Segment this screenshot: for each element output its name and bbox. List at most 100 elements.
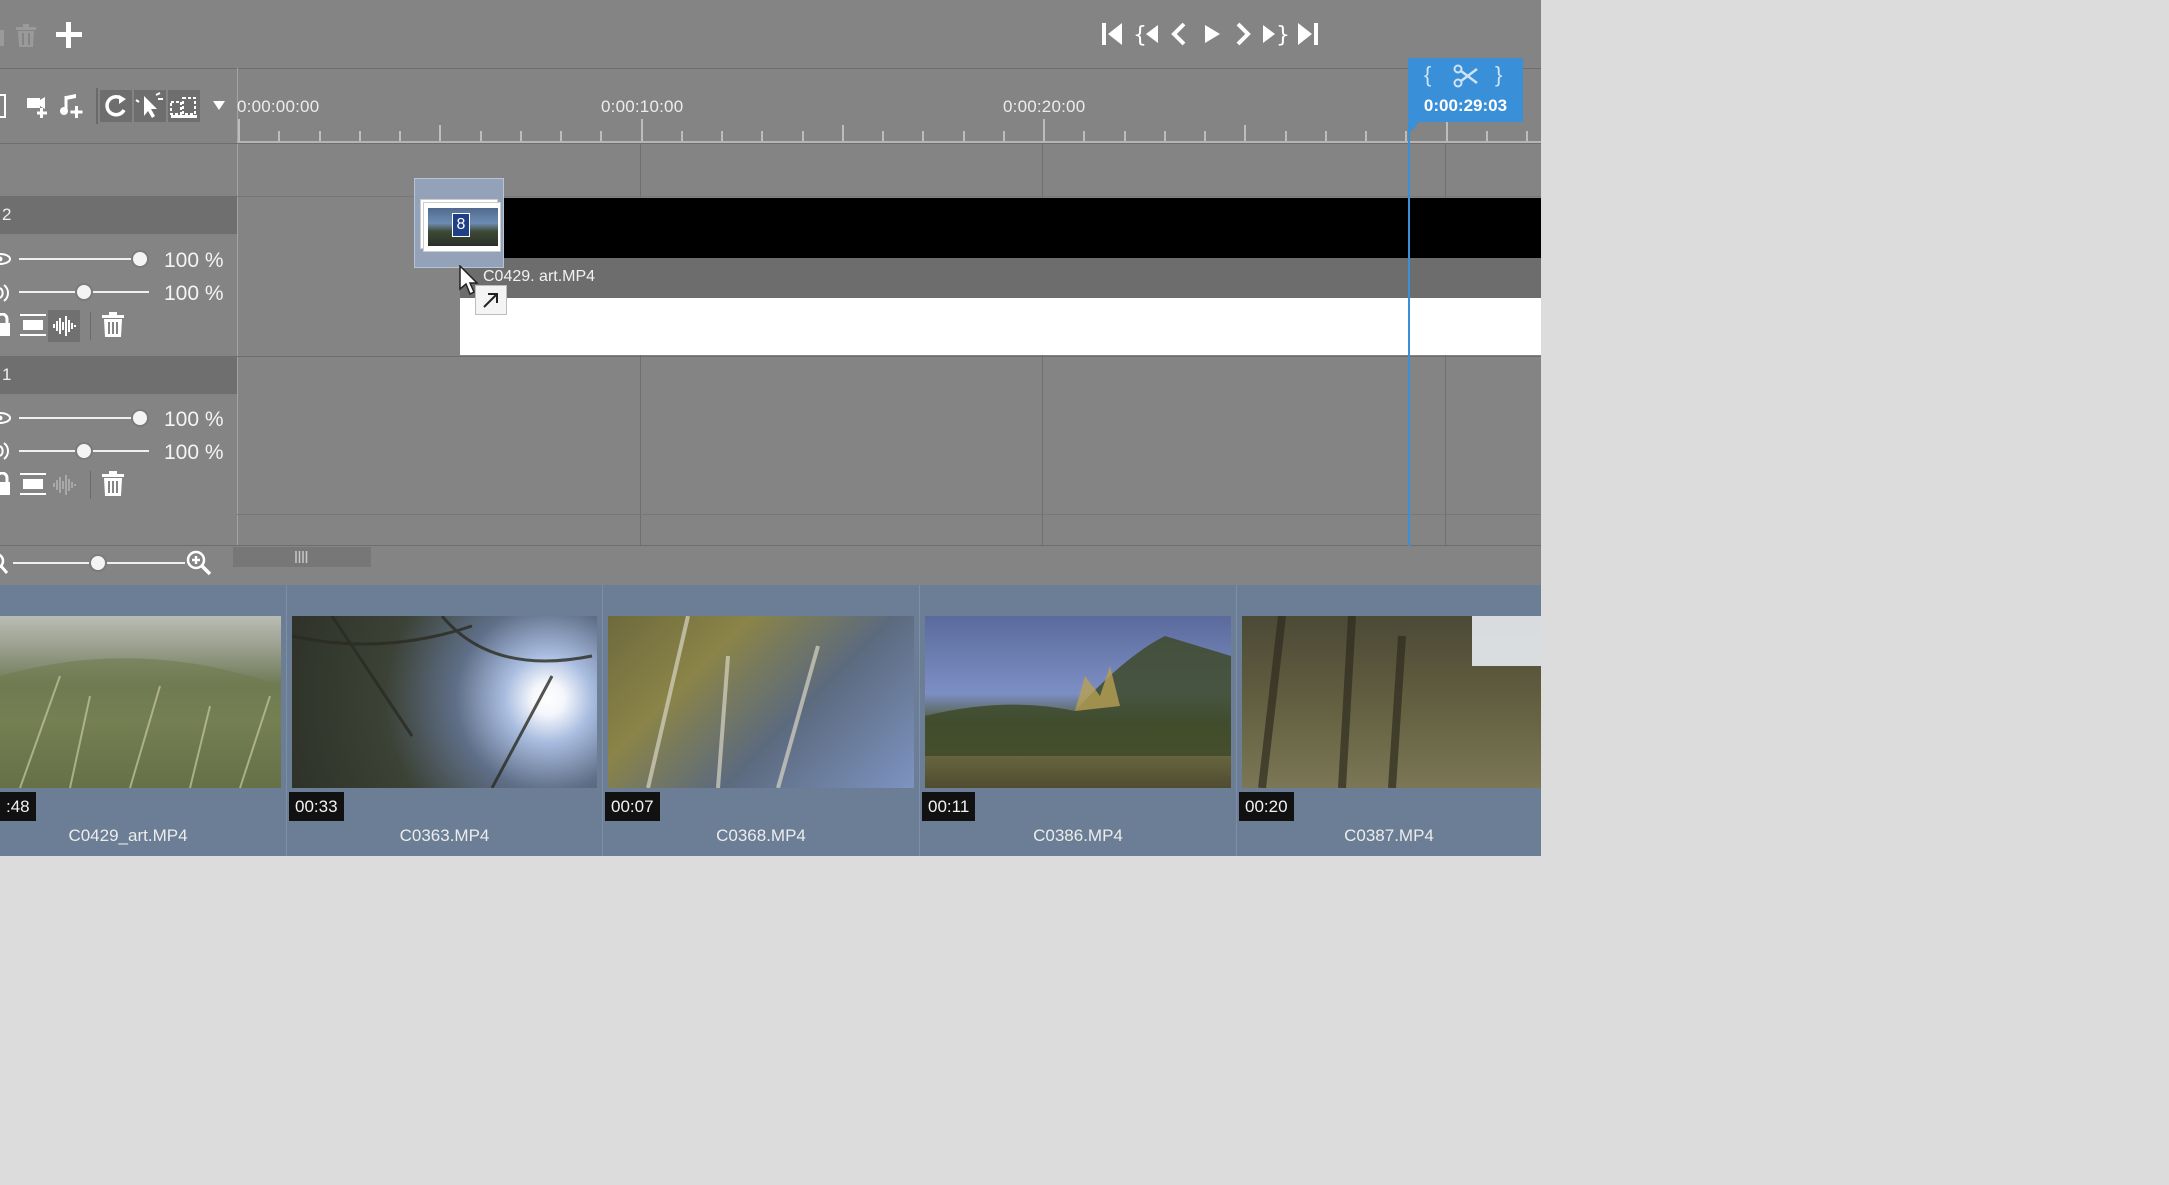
ruler-tick xyxy=(1003,131,1005,141)
add-video-track-icon[interactable] xyxy=(24,92,52,120)
media-filename: C0363.MP4 xyxy=(399,826,490,845)
next-frame-icon[interactable] xyxy=(1228,20,1256,48)
ruler-tick xyxy=(1405,131,1407,141)
video-clip-preview[interactable] xyxy=(460,198,1541,258)
in-mark-button[interactable]: { xyxy=(1424,62,1431,88)
volume-value: 100 % xyxy=(164,282,224,305)
playhead-time: 0:00:29:03 xyxy=(1423,96,1508,115)
dropdown-arrow-icon[interactable] xyxy=(212,99,226,111)
ruler-tick xyxy=(1486,131,1488,141)
volume-value: 100 % xyxy=(164,441,224,464)
lock-icon[interactable] xyxy=(0,472,10,496)
ruler-tick xyxy=(560,131,562,141)
track-divider xyxy=(237,514,1541,515)
ruler-tick xyxy=(600,131,602,141)
volume-slider-handle[interactable] xyxy=(75,442,93,460)
add-audio-track-icon[interactable] xyxy=(58,92,86,120)
media-thumbnail xyxy=(1242,616,1541,788)
ruler-tick xyxy=(882,131,884,141)
media-item[interactable]: 00:07 C0368.MP4 xyxy=(603,585,919,856)
ruler-tick xyxy=(842,125,844,141)
audio-clip-preview[interactable] xyxy=(460,298,1541,355)
next-marker-icon[interactable]: } xyxy=(1260,20,1288,48)
opacity-value: 100 % xyxy=(164,249,224,272)
waveform-icon[interactable] xyxy=(48,310,80,342)
zoom-out-icon[interactable] xyxy=(0,552,10,576)
scissors-icon[interactable] xyxy=(1453,64,1479,88)
go-to-end-icon[interactable] xyxy=(1294,20,1322,48)
zoom-slider-handle[interactable] xyxy=(89,554,107,572)
icon-separator xyxy=(90,471,91,499)
media-item[interactable]: 00:11 C0386.MP4 xyxy=(920,585,1236,856)
trash-icon[interactable] xyxy=(14,20,44,50)
volume-icon[interactable] xyxy=(0,284,10,302)
delete-track-icon[interactable] xyxy=(101,312,125,338)
opacity-value: 100 % xyxy=(164,408,224,431)
playhead-pointer xyxy=(1408,121,1420,135)
track-height-icon[interactable] xyxy=(19,312,47,338)
ruler-tick xyxy=(1325,131,1327,141)
ruler-tick xyxy=(359,131,361,141)
svg-text:{: { xyxy=(1133,23,1147,48)
toolbar-divider xyxy=(0,68,1541,69)
volume-icon[interactable] xyxy=(0,442,10,460)
playhead-marker[interactable]: { } 0:00:29:03 xyxy=(1408,58,1523,122)
opacity-slider-handle[interactable] xyxy=(131,250,149,268)
frame-icon[interactable] xyxy=(0,94,6,118)
previous-frame-icon[interactable] xyxy=(1166,20,1194,48)
ruler-tick xyxy=(1204,131,1206,141)
media-item[interactable]: 00:33 C0363.MP4 xyxy=(287,585,602,856)
ruler-tick xyxy=(1244,125,1246,141)
icon-separator xyxy=(90,312,91,340)
ruler-tick xyxy=(278,131,280,141)
ruler-tick xyxy=(641,119,643,141)
track-2-header[interactable]: 2 xyxy=(0,196,237,234)
drag-count-badge: 8 xyxy=(452,213,470,237)
opacity-slider-track xyxy=(19,258,139,260)
track-height-icon[interactable] xyxy=(19,471,47,497)
track-1-header[interactable]: 1 xyxy=(0,356,237,394)
ruler-tick xyxy=(319,131,321,141)
go-to-start-icon[interactable] xyxy=(1098,20,1126,48)
ruler-tick xyxy=(238,119,240,141)
ruler-tick xyxy=(480,131,482,141)
ripple-icon[interactable] xyxy=(100,90,132,122)
clip-label-bar xyxy=(460,258,1541,298)
waveform-icon[interactable] xyxy=(48,469,80,501)
out-mark-button[interactable]: } xyxy=(1495,62,1502,88)
media-filename: C0429_art.MP4 xyxy=(68,826,188,845)
ruler-tick xyxy=(761,131,763,141)
eye-icon[interactable] xyxy=(0,410,12,426)
previous-marker-icon[interactable]: { xyxy=(1133,20,1161,48)
media-thumbnail xyxy=(292,616,597,788)
scrollbar-grip-icon xyxy=(295,551,309,563)
delete-track-icon[interactable] xyxy=(101,471,125,497)
ruler-tick xyxy=(399,131,401,141)
eye-icon[interactable] xyxy=(0,251,12,267)
ruler-label-20s: 0:00:20:00 xyxy=(1003,97,1086,116)
media-item[interactable]: :48 C0429_art.MP4 xyxy=(0,585,286,856)
playhead-line[interactable] xyxy=(1408,120,1410,546)
ruler-tick xyxy=(1285,131,1287,141)
link-arrow-icon xyxy=(475,285,507,315)
lock-icon[interactable] xyxy=(0,313,10,337)
opacity-slider-handle[interactable] xyxy=(131,409,149,427)
ruler-tick xyxy=(439,125,441,141)
timeline-scrollbar[interactable] xyxy=(233,547,371,567)
ruler-tick xyxy=(1083,131,1085,141)
media-thumbnail xyxy=(608,616,914,788)
drag-ghost: 8 xyxy=(414,178,504,268)
media-filename: C0368.MP4 xyxy=(716,826,806,845)
ruler-tick xyxy=(1124,131,1126,141)
media-filename: C0387.MP4 xyxy=(1344,826,1434,845)
magnet-select-icon[interactable] xyxy=(134,90,166,122)
media-item[interactable]: 00:20 C0387.MP4 xyxy=(1237,585,1541,856)
add-icon[interactable] xyxy=(54,20,84,50)
trim-icon[interactable] xyxy=(168,90,200,122)
ruler-tick xyxy=(802,131,804,141)
ruler-tick xyxy=(721,131,723,141)
play-icon[interactable] xyxy=(1198,20,1226,48)
zoom-in-icon[interactable] xyxy=(186,550,212,576)
ruler-tick xyxy=(520,131,522,141)
volume-slider-handle[interactable] xyxy=(75,283,93,301)
